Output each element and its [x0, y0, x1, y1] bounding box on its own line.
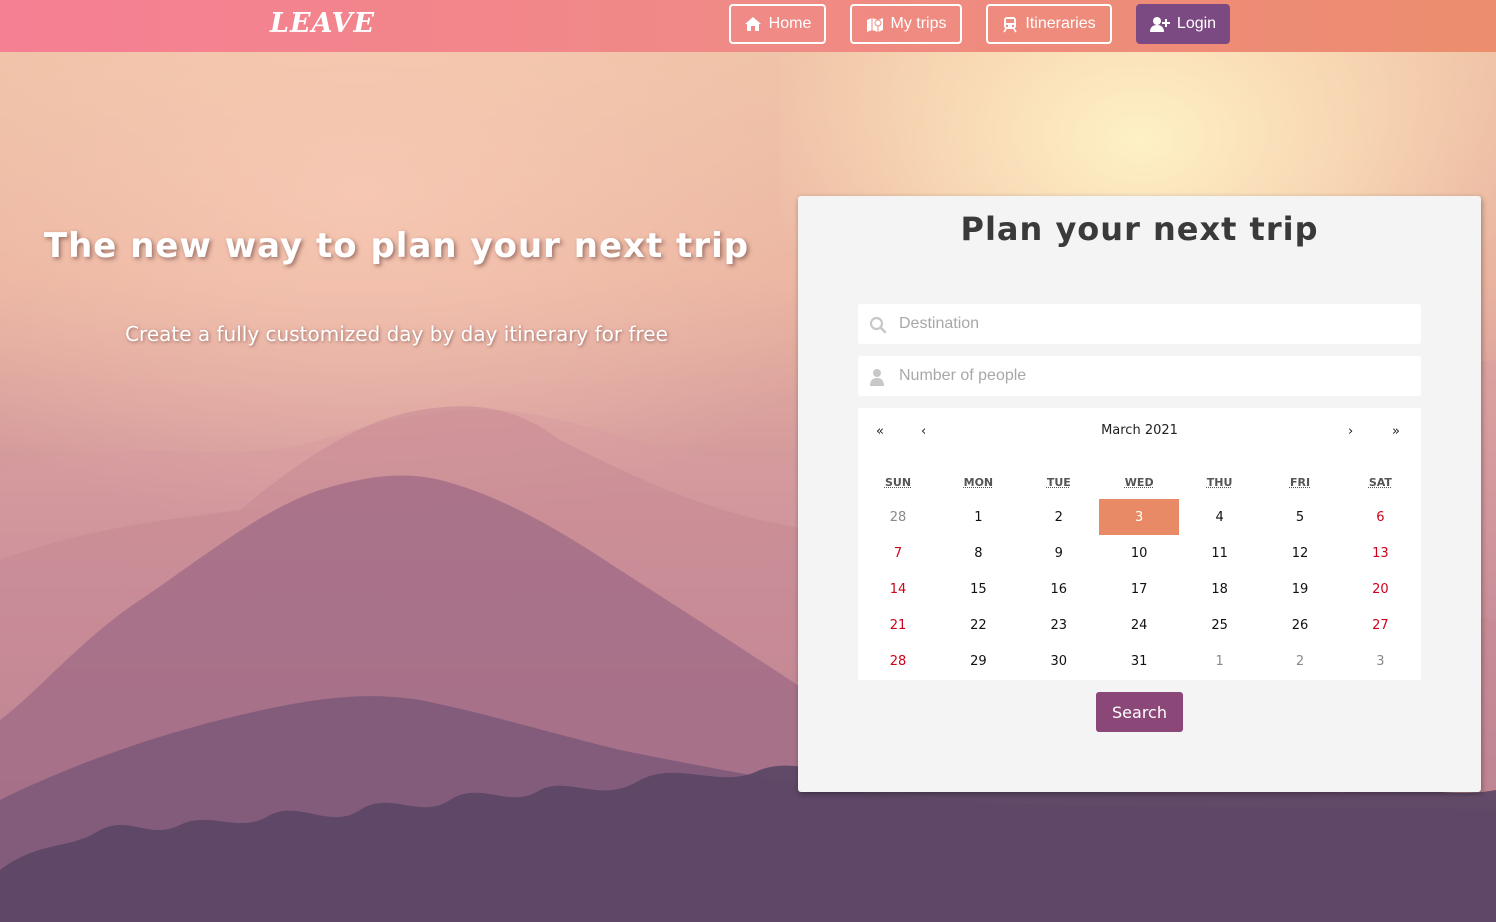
calendar-day[interactable]: 11: [1180, 535, 1260, 571]
calendar-day[interactable]: 29: [938, 643, 1018, 679]
next-year-button[interactable]: »: [1392, 424, 1400, 439]
calendar-day[interactable]: 28: [858, 499, 938, 535]
home-icon: [744, 16, 762, 32]
calendar-day[interactable]: 1: [1180, 643, 1260, 679]
nav-home-label: Home: [768, 15, 812, 32]
destination-input[interactable]: [858, 304, 1421, 344]
calendar-day[interactable]: 25: [1180, 607, 1260, 643]
calendar-day[interactable]: 2: [1260, 643, 1340, 679]
calendar-day[interactable]: 10: [1099, 535, 1179, 571]
calendar-day[interactable]: 24: [1099, 607, 1179, 643]
nav-itineraries-button[interactable]: Itineraries: [986, 4, 1112, 44]
train-icon: [1002, 16, 1018, 33]
trip-planner-card: Plan your next trip « ‹ March 2021 › » S…: [798, 196, 1481, 792]
nav-login-label: Login: [1176, 15, 1217, 32]
weekday-label: MON: [963, 476, 994, 489]
search-icon: [869, 316, 887, 338]
calendar-day[interactable]: 20: [1340, 571, 1420, 607]
destination-field[interactable]: [858, 304, 1421, 344]
nav-my-trips-label: My trips: [890, 15, 947, 32]
people-input[interactable]: [858, 356, 1421, 396]
weekday-label: WED: [1124, 476, 1154, 489]
calendar-day[interactable]: 22: [938, 607, 1018, 643]
calendar-day[interactable]: 19: [1260, 571, 1340, 607]
search-button[interactable]: Search: [1096, 692, 1183, 732]
calendar-day[interactable]: 30: [1019, 643, 1099, 679]
people-field[interactable]: [858, 356, 1421, 396]
calendar-day[interactable]: 8: [938, 535, 1018, 571]
next-month-button[interactable]: ›: [1348, 424, 1353, 439]
hero-subtitle: Create a fully customized day by day iti…: [125, 322, 668, 346]
site-logo[interactable]: LEAVE: [270, 8, 375, 39]
calendar-day[interactable]: 28: [858, 643, 938, 679]
calendar-day[interactable]: 4: [1180, 499, 1260, 535]
date-calendar: « ‹ March 2021 › » SUN MON TUE WED THU FRI SAT…: [858, 408, 1421, 680]
calendar-day[interactable]: 15: [938, 571, 1018, 607]
calendar-day[interactable]: 17: [1099, 571, 1179, 607]
calendar-day[interactable]: 21: [858, 607, 938, 643]
calendar-day[interactable]: 14: [858, 571, 938, 607]
weekday-label: SAT: [1368, 476, 1392, 489]
top-navbar: LEAVE Home My trips Itineraries Login: [0, 0, 1496, 52]
calendar-day[interactable]: 1: [938, 499, 1018, 535]
calendar-day[interactable]: 3: [1340, 643, 1420, 679]
planner-title: Plan your next trip: [960, 210, 1319, 248]
nav-home-button[interactable]: Home: [729, 4, 826, 44]
calendar-day[interactable]: 9: [1019, 535, 1099, 571]
weekday-label: TUE: [1046, 476, 1071, 489]
calendar-month-label[interactable]: March 2021: [858, 423, 1421, 438]
weekday-header: SUN MON TUE WED THU FRI SAT: [858, 476, 1421, 492]
nav-login-button[interactable]: Login: [1136, 4, 1230, 44]
calendar-day-selected[interactable]: 3: [1099, 499, 1180, 535]
user-plus-icon: [1149, 16, 1170, 32]
calendar-day[interactable]: 7: [858, 535, 938, 571]
nav-my-trips-button[interactable]: My trips: [850, 4, 962, 44]
user-icon: [869, 368, 885, 390]
calendar-day[interactable]: 6: [1340, 499, 1420, 535]
calendar-day[interactable]: 27: [1340, 607, 1420, 643]
calendar-day[interactable]: 12: [1260, 535, 1340, 571]
nav-itineraries-label: Itineraries: [1025, 15, 1096, 32]
calendar-day[interactable]: 2: [1019, 499, 1099, 535]
calendar-day[interactable]: 31: [1099, 643, 1179, 679]
weekday-label: SUN: [884, 476, 912, 489]
hero-title: The new way to plan your next trip: [43, 226, 750, 266]
weekday-label: THU: [1206, 476, 1233, 489]
calendar-day[interactable]: 5: [1260, 499, 1340, 535]
calendar-day[interactable]: 26: [1260, 607, 1340, 643]
map-icon: [866, 16, 884, 32]
calendar-day[interactable]: 16: [1019, 571, 1099, 607]
calendar-day[interactable]: 23: [1019, 607, 1099, 643]
weekday-label: FRI: [1289, 476, 1311, 489]
calendar-day[interactable]: 13: [1340, 535, 1420, 571]
calendar-day[interactable]: 18: [1180, 571, 1260, 607]
